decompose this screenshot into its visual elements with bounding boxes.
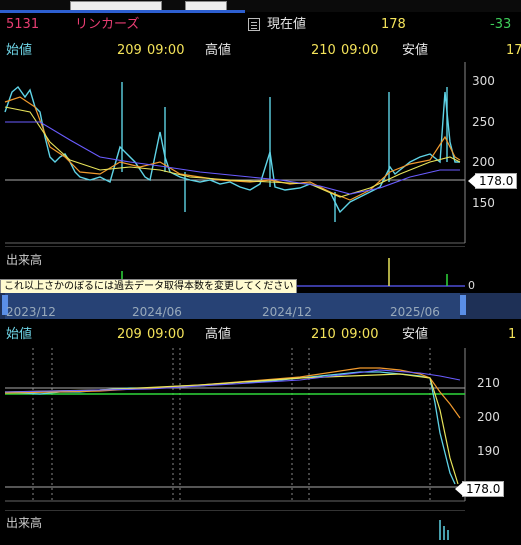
lower-ohl-row: 始値 209 09:00 高値 210 09:00 安値 1 (0, 325, 521, 347)
high-value: 210 (311, 43, 336, 58)
menu-icon[interactable] (248, 18, 260, 31)
lower-open-label: 始値 (6, 327, 33, 342)
stock-name: リンカーズ (75, 17, 140, 32)
upper-ohl-row: 始値 209 09:00 高値 210 09:00 安値 17 (0, 40, 521, 62)
candle-series (4, 82, 460, 222)
lower-high-value: 210 (311, 327, 336, 342)
lower-low-label: 安値 (402, 327, 429, 342)
lower-open-time: 09:00 (147, 327, 185, 342)
y-tick-200: 200 (472, 155, 495, 169)
open-label: 始値 (6, 43, 33, 58)
navigator-right-handle[interactable] (460, 295, 466, 315)
lower-candle-series (4, 371, 456, 485)
lower-high-time: 09:00 (341, 327, 379, 342)
current-price-value: 178 (381, 17, 406, 32)
y-tick-150: 150 (472, 196, 495, 210)
open-time: 09:00 (147, 43, 185, 58)
upper-header: 5131 リンカーズ 現在値 178 -33 (0, 14, 521, 36)
nav-date-4: 2025/06 (390, 305, 440, 319)
top-toolbar (0, 0, 521, 13)
lower-y-tick-200: 200 (477, 410, 500, 424)
lower-ma-short (4, 367, 461, 419)
y-tick-300: 300 (472, 74, 495, 88)
high-time: 09:00 (341, 43, 379, 58)
lower-price-chart[interactable]: 210 200 190 (0, 348, 521, 503)
open-value: 209 (117, 43, 142, 58)
price-change-value: -33 (490, 17, 512, 32)
ma-short-line (4, 96, 461, 201)
lower-volume-chart (5, 510, 465, 540)
y-tick-250: 250 (472, 115, 495, 129)
stock-code: 5131 (6, 17, 40, 32)
lower-open-value: 209 (117, 327, 142, 342)
low-value: 17 (506, 43, 521, 58)
nav-date-3: 2024/12 (262, 305, 312, 319)
toolbar-active-indicator (0, 10, 245, 13)
time-navigator[interactable]: 2023/12 2024/06 2024/12 2025/06 (0, 293, 521, 319)
lower-last-price-tag: 178.0 (454, 481, 505, 497)
nav-date-2: 2024/06 (132, 305, 182, 319)
low-label: 安値 (402, 43, 429, 58)
lower-high-label: 高値 (205, 327, 232, 342)
nav-date-1: 2023/12 (6, 305, 56, 319)
high-label: 高値 (205, 43, 232, 58)
upper-last-price-tag: 178.0 (467, 173, 518, 189)
lower-low-value: 1 (508, 327, 517, 342)
lower-y-tick-210: 210 (477, 376, 500, 390)
lower-y-tick-190: 190 (477, 444, 500, 458)
volume-tick-0: 0 (468, 279, 475, 291)
current-price-label: 現在値 (267, 17, 307, 32)
